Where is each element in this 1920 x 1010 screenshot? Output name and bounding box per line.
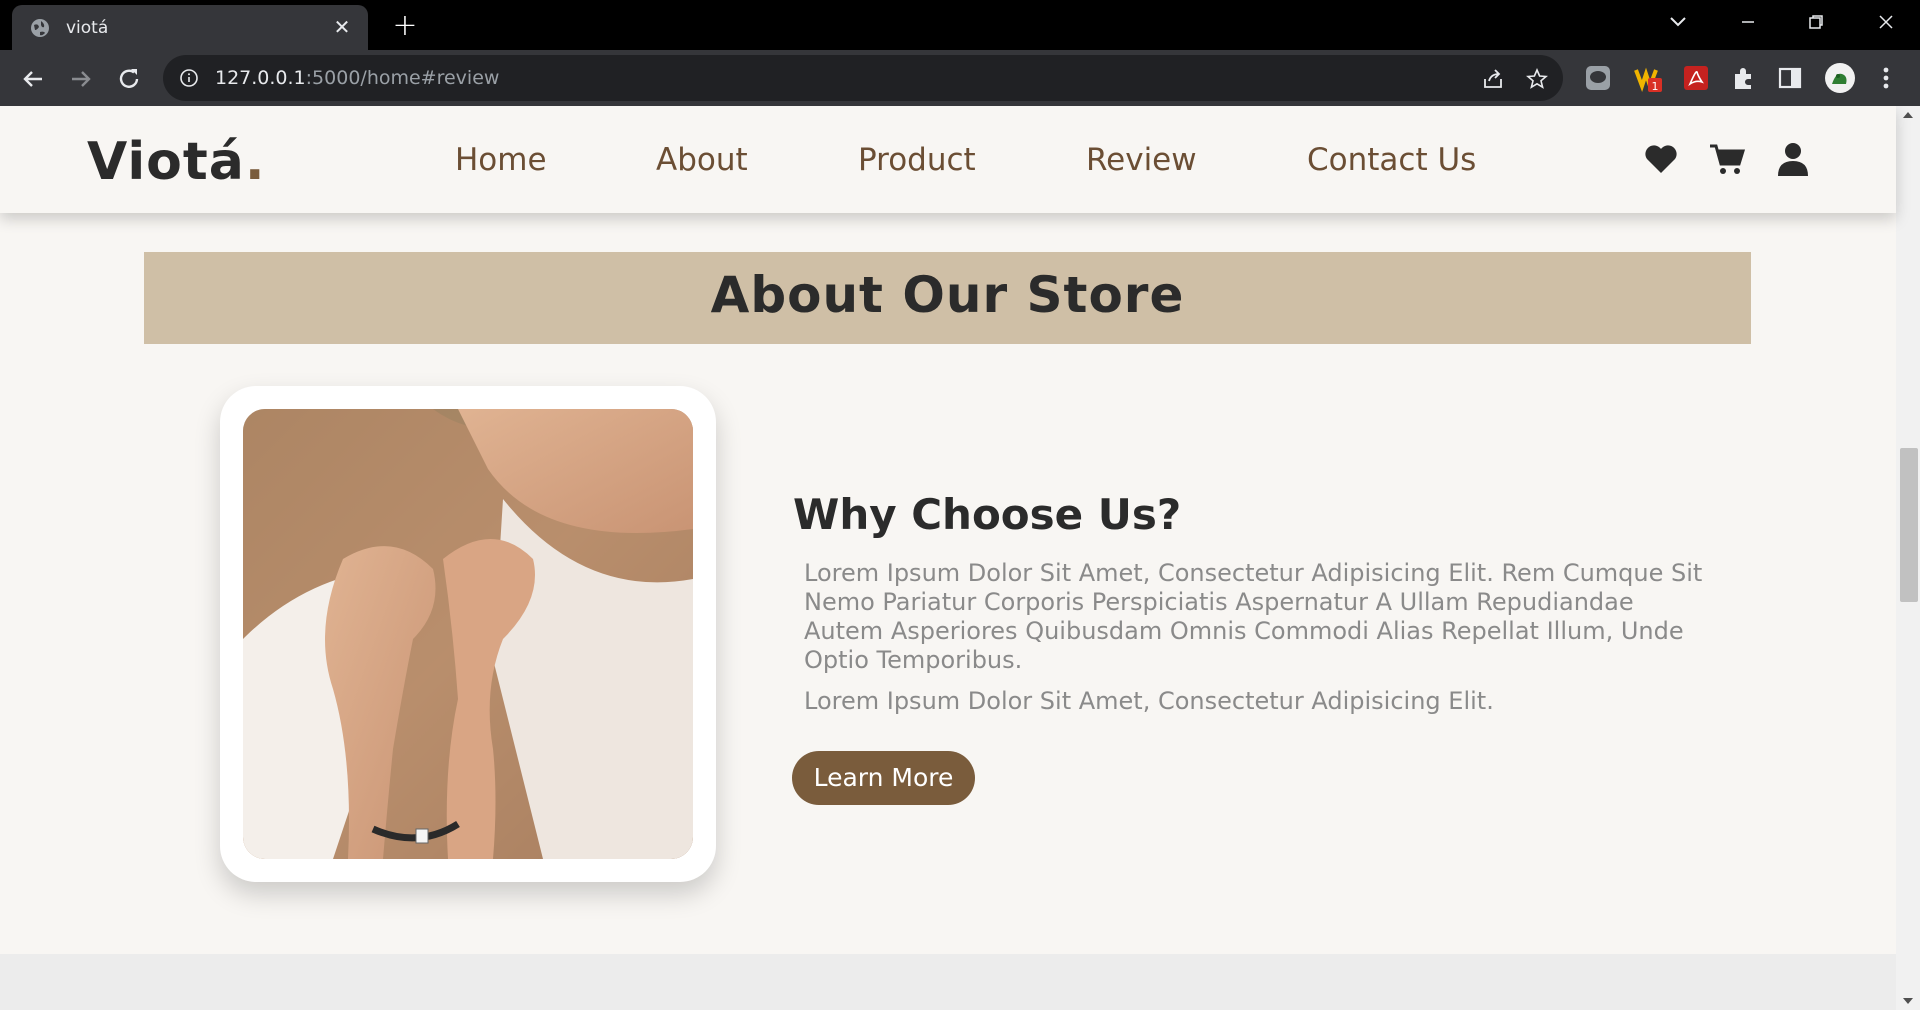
section-title: About Our Store — [710, 266, 1185, 324]
url-text: 127.0.0.1:5000/home#review — [215, 67, 500, 89]
globe-icon — [31, 19, 49, 37]
browser-tabbar: viotá ✕ + — [0, 0, 1920, 50]
bookmark-star-icon[interactable] — [1525, 67, 1549, 91]
about-image-frame — [220, 386, 716, 882]
extensions-puzzle-icon[interactable] — [1730, 64, 1758, 92]
nav-link-home[interactable]: Home — [455, 142, 547, 178]
user-icon[interactable] — [1774, 140, 1812, 178]
minimize-icon[interactable] — [1728, 8, 1768, 36]
office-extension-icon[interactable]: 1 — [1634, 64, 1662, 92]
nav-link-product[interactable]: Product — [858, 142, 976, 178]
restore-icon[interactable] — [1796, 8, 1836, 36]
page-viewport: Viotá. Home About Product Review Contact… — [0, 106, 1920, 1010]
line-extension-icon[interactable] — [1584, 64, 1612, 92]
pdf-extension-icon[interactable] — [1682, 64, 1710, 92]
about-paragraph-2: Lorem Ipsum Dolor Sit Amet, Consectetur … — [804, 687, 1494, 715]
learn-more-button[interactable]: Learn More — [792, 751, 975, 805]
site-info-icon[interactable] — [179, 68, 199, 88]
profile-avatar-icon[interactable] — [1824, 62, 1856, 94]
nav-link-contact-us[interactable]: Contact Us — [1307, 142, 1476, 178]
section-title-band: About Our Store — [144, 252, 1751, 344]
side-panel-icon[interactable] — [1776, 64, 1804, 92]
close-window-icon[interactable] — [1866, 8, 1906, 36]
forward-arrow-icon[interactable] — [66, 64, 96, 94]
about-paragraph-1: Lorem Ipsum Dolor Sit Amet, Consectetur … — [804, 559, 1703, 674]
heart-icon[interactable] — [1642, 140, 1680, 178]
browser-tab[interactable]: viotá ✕ — [12, 5, 368, 50]
address-bar[interactable]: 127.0.0.1:5000/home#review — [163, 55, 1563, 101]
scroll-up-arrow-icon[interactable] — [1903, 112, 1913, 118]
nav-link-about[interactable]: About — [656, 142, 748, 178]
page-scrollbar[interactable] — [1896, 106, 1920, 1010]
next-section-strip — [0, 954, 1896, 1010]
tab-title: viotá — [66, 18, 109, 38]
back-arrow-icon[interactable] — [18, 64, 48, 94]
nav-link-review[interactable]: Review — [1086, 142, 1197, 178]
svg-text:1: 1 — [1652, 80, 1659, 92]
tab-close-icon[interactable]: ✕ — [330, 15, 354, 39]
why-choose-us-heading: Why Choose Us? — [793, 490, 1182, 539]
cart-icon[interactable] — [1708, 140, 1746, 178]
scrollbar-thumb[interactable] — [1900, 448, 1918, 602]
menu-dots-icon[interactable] — [1872, 64, 1900, 92]
site-logo[interactable]: Viotá. — [87, 132, 266, 192]
reload-icon[interactable] — [114, 64, 144, 94]
browser-toolbar: 127.0.0.1:5000/home#review 1 — [0, 50, 1920, 106]
about-image — [243, 409, 693, 859]
scroll-down-arrow-icon[interactable] — [1903, 998, 1913, 1004]
tab-search-icon[interactable] — [1658, 8, 1698, 36]
site-header: Viotá. Home About Product Review Contact… — [0, 106, 1896, 213]
share-icon[interactable] — [1481, 67, 1505, 91]
new-tab-button[interactable]: + — [390, 11, 420, 42]
